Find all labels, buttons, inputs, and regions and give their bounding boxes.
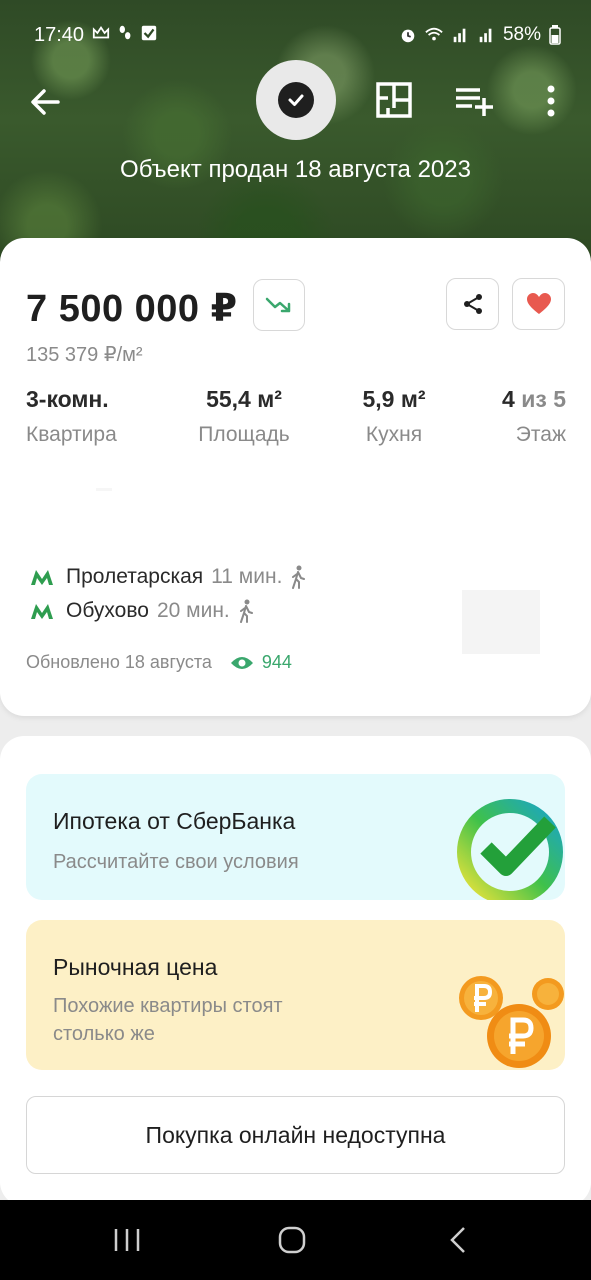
sber-title: Ипотека от СберБанка — [53, 808, 296, 834]
sber-mortgage-banner[interactable]: Ипотека от СберБанка Рассчитайте свои ус… — [26, 774, 565, 900]
system-navigation-bar — [0, 1200, 591, 1280]
metro-list: Пролетарская 11 мин. Обухово 20 мин. — [30, 560, 306, 628]
redacted-mark — [96, 488, 112, 491]
specs-row: 3-комн. Квартира 55,4 м² Площадь 5,9 м² … — [26, 386, 566, 448]
price-per-m2: 135 379 ₽/м² — [26, 344, 143, 366]
price-history-button[interactable] — [253, 279, 305, 331]
sber-logo-icon — [457, 799, 563, 900]
sold-status-button[interactable] — [256, 60, 336, 140]
signal-icon — [479, 28, 492, 43]
spec-value: 5,9 м² — [362, 386, 426, 412]
spec-rooms: 3-комн. Квартира — [26, 386, 117, 447]
sold-caption: Объект продан 18 августа 2023 — [120, 156, 471, 183]
heart-icon — [526, 293, 551, 314]
status-right-icons: 58% — [399, 24, 561, 46]
walk-icon — [292, 565, 306, 589]
recents-icon[interactable] — [112, 1228, 142, 1252]
top-toolbar — [0, 60, 591, 140]
metro-item: Пролетарская 11 мин. — [30, 560, 306, 594]
metro-icon — [31, 570, 53, 585]
battery-icon — [549, 25, 561, 45]
floor-number: 4 — [502, 386, 515, 412]
sber-subtitle: Рассчитайте свои условия — [53, 851, 299, 873]
wifi-icon — [425, 27, 443, 41]
share-icon — [463, 294, 482, 314]
trend-down-icon — [265, 297, 291, 313]
views-count: 944 — [230, 652, 292, 673]
check-circle-icon — [278, 82, 314, 118]
checkbox-icon — [141, 25, 157, 41]
battery-percent: 58% — [502, 24, 541, 45]
services-card: Ипотека от СберБанка Рассчитайте свои ус… — [0, 736, 591, 1206]
listing-summary-card: 7 500 000 ₽ 135 379 ₽/м² 3-комн. Квартир… — [0, 238, 591, 716]
metro-item: Обухово 20 мин. — [30, 594, 306, 628]
status-left-icons — [92, 24, 158, 42]
market-price-banner[interactable]: Рыночная цена Похожие квартиры стоят сто… — [26, 920, 565, 1070]
footsteps-icon — [119, 25, 131, 40]
spec-label: Этаж — [515, 423, 566, 446]
arrow-back-icon[interactable] — [26, 82, 66, 122]
spec-floor: 4 из 5 Этаж — [502, 386, 566, 447]
buy-online-button[interactable]: Покупка онлайн недоступна — [26, 1096, 565, 1174]
updated-info: Обновлено 18 августа 944 — [26, 652, 292, 673]
alarm-icon — [401, 29, 415, 43]
eye-icon — [230, 656, 253, 669]
spec-label: Площадь — [198, 423, 290, 446]
favorite-button[interactable] — [512, 278, 565, 330]
spec-value: 3-комн. — [26, 386, 109, 412]
more-vert-icon[interactable] — [538, 82, 564, 122]
playlist-add-icon[interactable] — [454, 82, 494, 122]
signal-icon — [453, 28, 466, 43]
ruble-coins-icon — [459, 976, 564, 1068]
metro-name: Обухово — [66, 599, 149, 622]
price: 7 500 000 ₽ — [26, 288, 238, 330]
spec-area: 55,4 м² Площадь — [192, 386, 296, 447]
redacted-area — [462, 590, 540, 654]
updated-date: Обновлено 18 августа — [26, 652, 212, 672]
floor-total: из 5 — [521, 386, 566, 412]
market-subtitle: Похожие квартиры стоят столько же — [53, 995, 283, 1045]
spec-value: 55,4 м² — [206, 386, 282, 412]
spec-label: Кухня — [365, 423, 423, 446]
metro-time: 20 мин. — [156, 599, 230, 622]
home-icon[interactable] — [278, 1226, 306, 1254]
market-title: Рыночная цена — [53, 954, 218, 980]
floor-plan-icon[interactable] — [374, 80, 414, 120]
metro-name: Пролетарская — [66, 565, 204, 588]
crown-icon — [92, 25, 110, 39]
metro-icon — [31, 604, 53, 619]
share-button[interactable] — [446, 278, 499, 330]
views-number: 944 — [261, 652, 292, 672]
walk-icon — [239, 599, 253, 623]
metro-time: 11 мин. — [211, 565, 283, 588]
spec-label: Квартира — [26, 423, 117, 446]
nav-back-icon[interactable] — [448, 1226, 468, 1254]
status-time: 17:40 — [34, 24, 85, 46]
spec-value: 4 из 5 — [502, 386, 566, 413]
spec-kitchen: 5,9 м² Кухня — [356, 386, 432, 447]
